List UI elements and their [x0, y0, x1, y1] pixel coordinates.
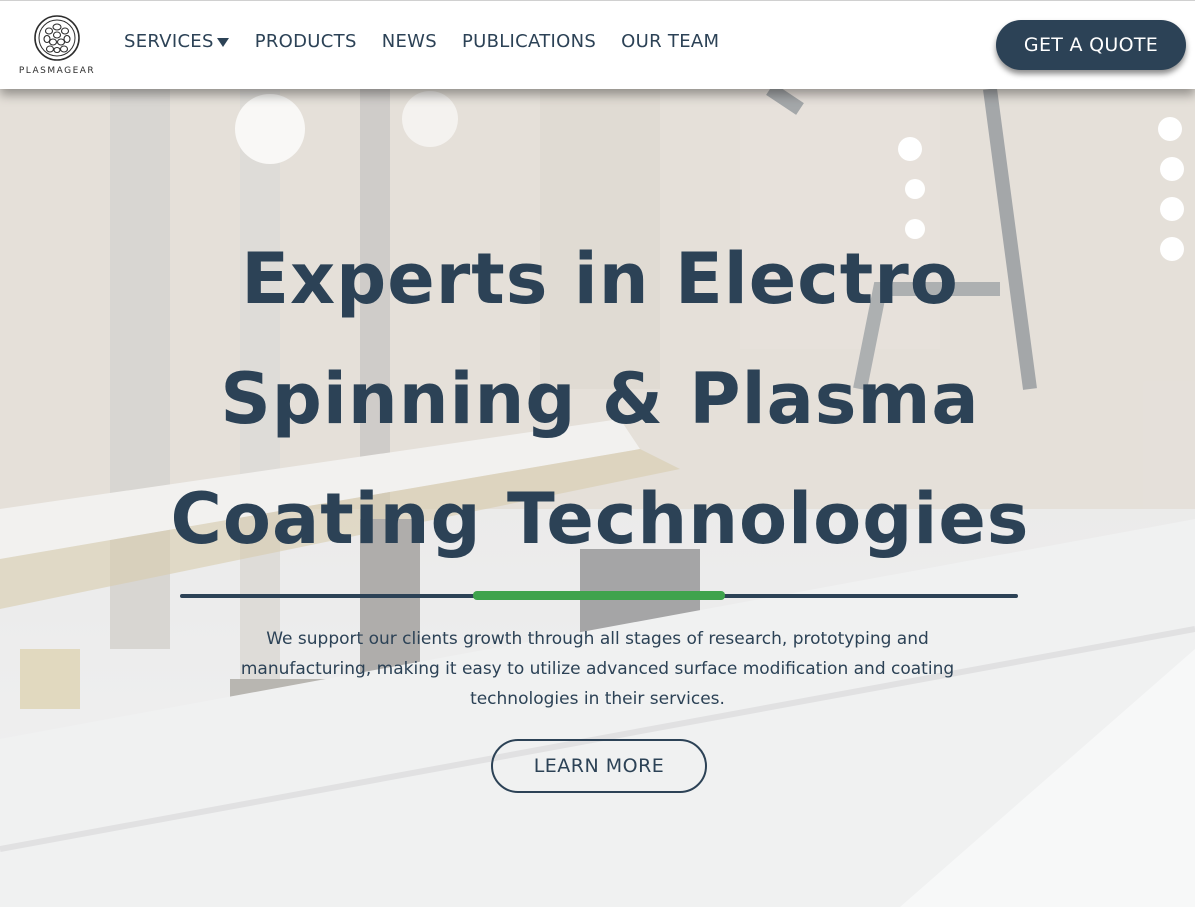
caret-down-icon: [216, 37, 229, 47]
hero-headline-line: Coating Technologies: [170, 478, 1030, 560]
nav-item-label: PRODUCTS: [254, 31, 357, 52]
brand-logo[interactable]: PLASMAGEAR: [10, 11, 104, 81]
nav-item-products[interactable]: PRODUCTS: [255, 31, 357, 52]
hero-tagline-line: technologies in their services.: [470, 689, 725, 709]
nav-item-services[interactable]: SERVICES: [124, 31, 230, 52]
get-a-quote-button[interactable]: GET A QUOTE: [996, 20, 1186, 70]
brand-name: PLASMAGEAR: [18, 66, 96, 76]
main-nav: SERVICES PRODUCTS NEWS PUBLICATIONS OUR …: [124, 31, 744, 52]
hero-headline-line: Spinning & Plasma: [220, 358, 980, 440]
circular-cell-logo-icon: [34, 15, 80, 61]
site-header: PLASMAGEAR SERVICES PRODUCTS NEWS PUBLIC…: [0, 0, 1195, 89]
nav-item-publications[interactable]: PUBLICATIONS: [462, 31, 596, 52]
hero-section: Experts in Electro Spinning & Plasma Coa…: [0, 89, 1195, 907]
hero-tagline-line: We support our clients growth through al…: [266, 629, 929, 649]
hero-tagline-line: manufacturing, making it easy to utilize…: [240, 659, 955, 679]
nav-item-label: OUR TEAM: [621, 31, 720, 52]
hero-tagline: We support our clients growth through al…: [210, 624, 985, 714]
nav-item-our-team[interactable]: OUR TEAM: [621, 31, 719, 52]
hero-headline: Experts in Electro Spinning & Plasma Coa…: [120, 219, 1080, 579]
nav-item-label: SERVICES: [124, 31, 214, 52]
learn-more-button[interactable]: LEARN MORE: [491, 739, 707, 793]
nav-item-news[interactable]: NEWS: [382, 31, 437, 52]
nav-item-label: NEWS: [381, 31, 437, 52]
nav-item-label: PUBLICATIONS: [461, 31, 597, 52]
hero-divider-accent: [473, 591, 725, 600]
hero-headline-line: Experts in Electro: [241, 238, 959, 320]
